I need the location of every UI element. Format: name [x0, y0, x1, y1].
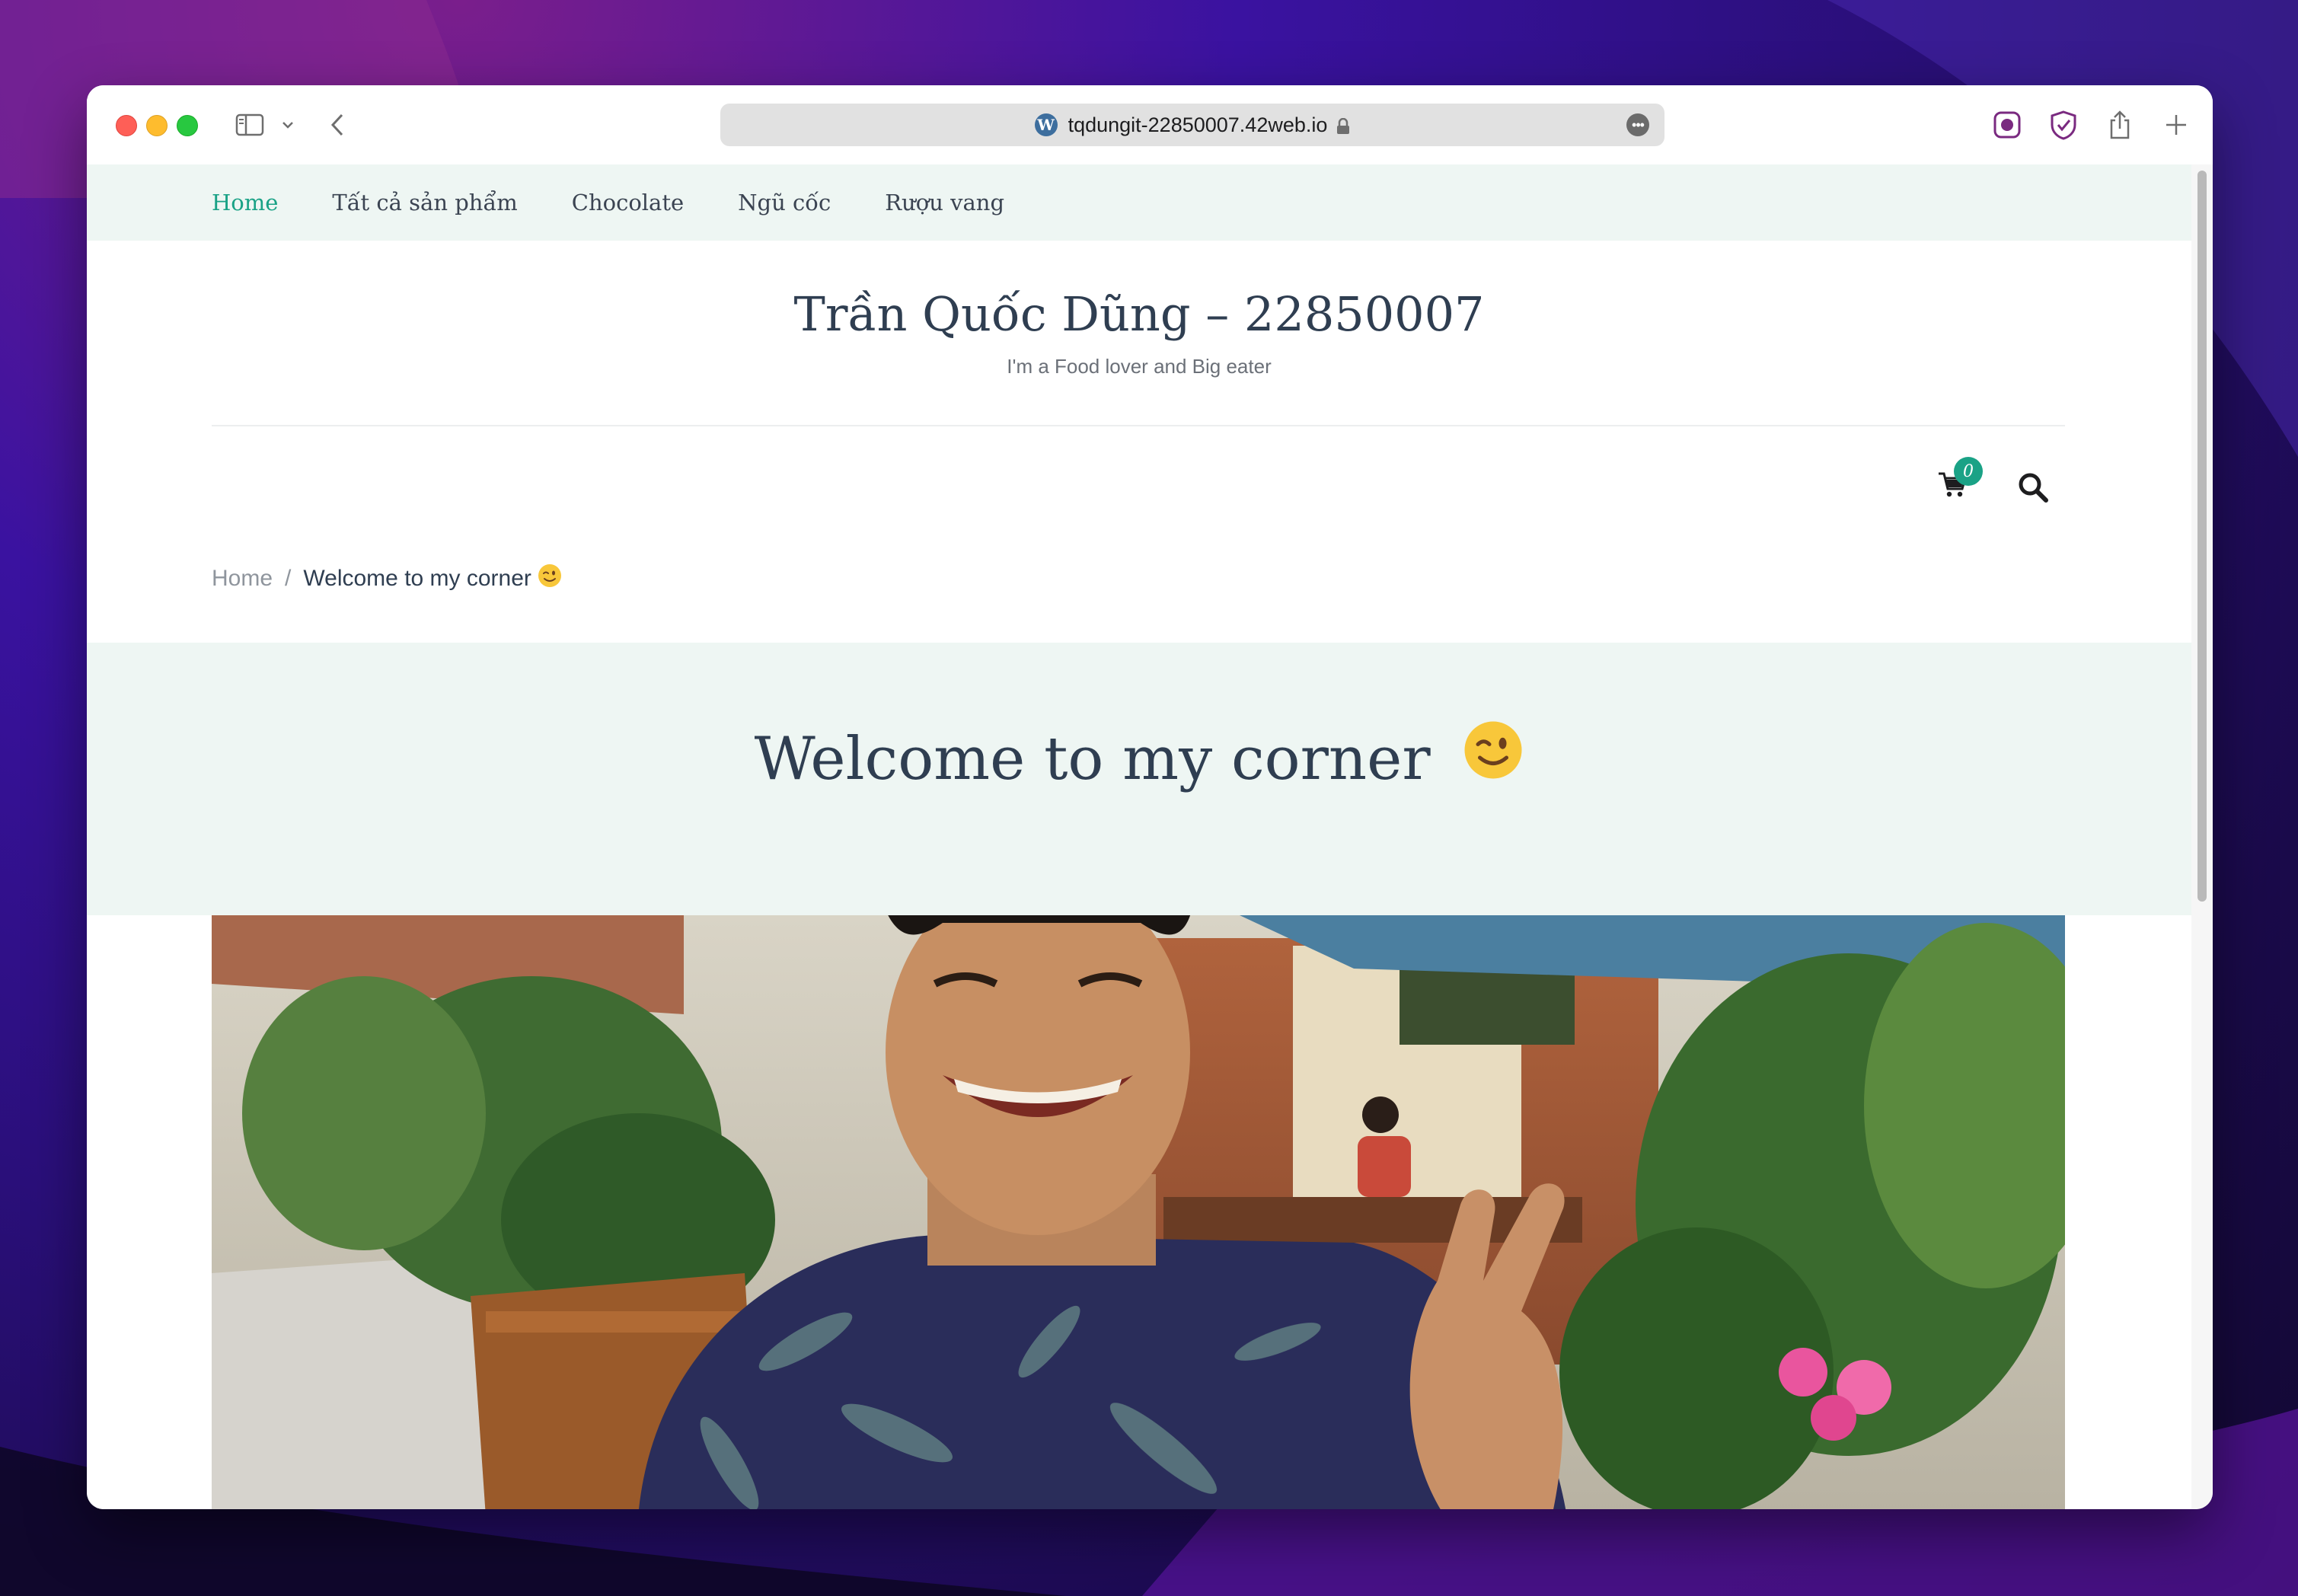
browser-toolbar: W tqdungit-22850007.42web.io ••• [87, 85, 2213, 165]
page-header-banner: Welcome to my corner [87, 643, 2191, 915]
header-divider [212, 425, 2065, 426]
web-page: Home Tất cả sản phẩm Chocolate Ngũ cốc R… [87, 164, 2191, 1509]
scrollbar-thumb[interactable] [2197, 171, 2207, 902]
nav-item-chocolate[interactable]: Chocolate [572, 190, 684, 215]
breadcrumb: Home / Welcome to my corner [212, 563, 562, 594]
share-icon[interactable] [2103, 108, 2137, 142]
site-title[interactable]: Trần Quốc Dũng – 22850007 [87, 286, 2191, 342]
zoom-window-button[interactable] [177, 115, 198, 136]
extension-shield-icon[interactable] [2047, 108, 2080, 142]
minimize-window-button[interactable] [146, 115, 168, 136]
winking-face-icon [1463, 720, 1524, 795]
wordpress-icon: W [1034, 113, 1058, 136]
vertical-scrollbar[interactable] [2191, 164, 2213, 1509]
nav-item-all-products[interactable]: Tất cả sản phẩm [332, 190, 517, 215]
site-tagline: I'm a Food lover and Big eater [1007, 355, 1272, 378]
search-icon[interactable] [2016, 471, 2053, 507]
extension-record-icon[interactable] [1990, 108, 2024, 142]
page-title: Welcome to my corner [87, 721, 2191, 801]
url-text: tqdungit-22850007.42web.io [1068, 113, 1328, 136]
close-window-button[interactable] [116, 115, 137, 136]
winking-face-icon [538, 563, 562, 594]
page-menu-icon[interactable]: ••• [1626, 113, 1649, 136]
chevron-down-icon[interactable] [280, 108, 295, 142]
lock-icon [1336, 117, 1350, 134]
nav-item-home[interactable]: Home [212, 190, 278, 215]
main-navigation: Home Tất cả sản phẩm Chocolate Ngũ cốc R… [87, 164, 2191, 241]
sidebar-toggle-icon[interactable] [235, 108, 265, 142]
back-icon[interactable] [326, 108, 349, 142]
new-tab-icon[interactable] [2159, 108, 2193, 142]
breadcrumb-separator: / [285, 566, 292, 591]
nav-item-cereal[interactable]: Ngũ cốc [738, 190, 831, 215]
nav-item-wine[interactable]: Rượu vang [885, 190, 1004, 215]
breadcrumb-home-link[interactable]: Home [212, 566, 273, 592]
address-bar[interactable]: W tqdungit-22850007.42web.io ••• [720, 104, 1664, 146]
cart-count-badge: 0 [1954, 457, 1983, 486]
featured-photo [212, 915, 2065, 1509]
browser-window: W tqdungit-22850007.42web.io ••• Home Tấ… [87, 85, 2213, 1509]
page-title-text: Welcome to my corner [754, 725, 1431, 793]
breadcrumb-current: Welcome to my corner [303, 566, 531, 591]
